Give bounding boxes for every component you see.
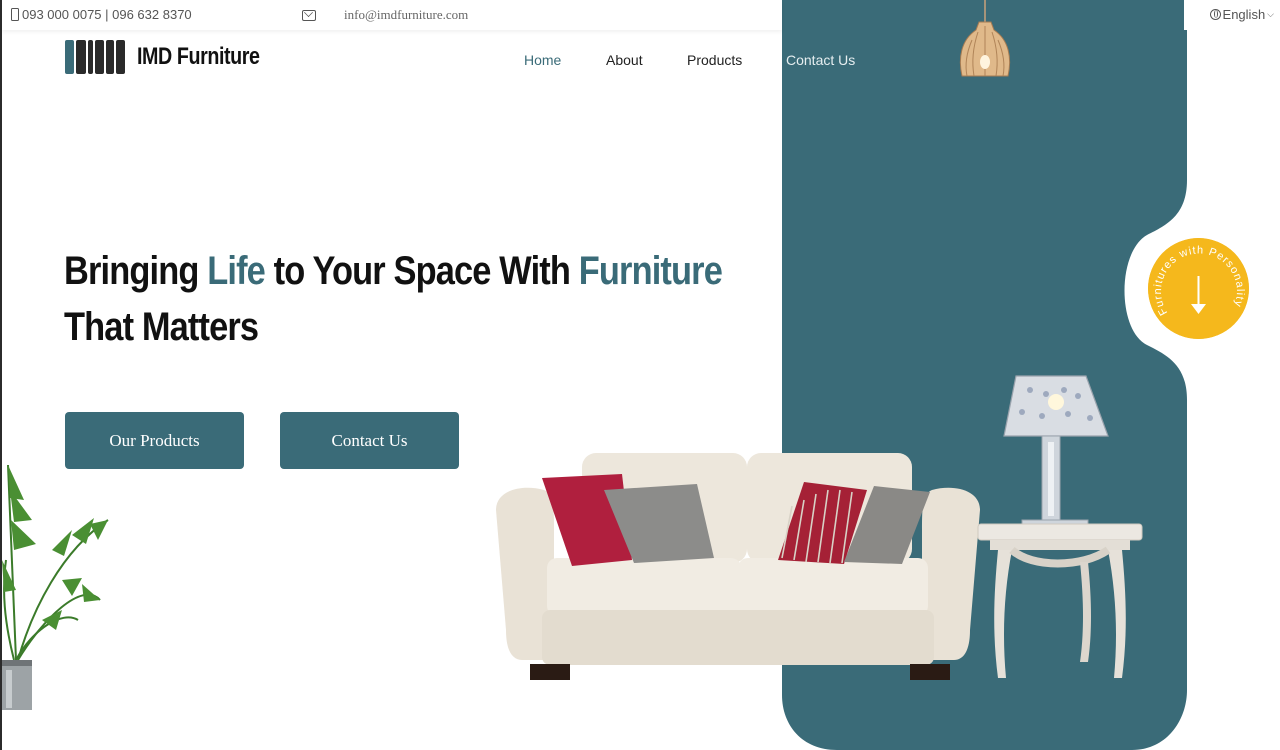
- logo-mark-icon: [65, 40, 126, 74]
- globe-icon: [1209, 9, 1221, 20]
- hero-title: Bringing Life to Your Space With Furnitu…: [64, 243, 723, 355]
- side-table-lamp-image: [977, 375, 1143, 678]
- nav-home[interactable]: Home: [524, 52, 561, 68]
- hero-title-accent-life: Life: [207, 249, 266, 293]
- email-address: info@imdfurniture.com: [344, 7, 469, 22]
- sofa-image: [496, 453, 980, 680]
- mail-icon: [302, 9, 316, 21]
- language-label: English: [1222, 7, 1266, 22]
- hero-title-line2: That Matters: [64, 305, 259, 349]
- phone-icon: [11, 8, 19, 21]
- pendant-lamp-image: [959, 0, 1011, 77]
- hero-title-accent-furniture: Furniture: [578, 249, 723, 293]
- hero-title-part1: Bringing: [64, 249, 208, 293]
- chevron-down-icon: ⌵: [1267, 9, 1274, 19]
- language-strip: English ⌵: [1184, 0, 1280, 30]
- nav-products[interactable]: Products: [687, 52, 742, 68]
- scroll-down-badge[interactable]: Furnitures with Personality: [1148, 238, 1249, 339]
- hero-title-part2: to Your Space With: [264, 249, 579, 293]
- brand-logo[interactable]: IMD Furniture: [65, 40, 287, 74]
- brand-name: IMD Furniture: [137, 43, 260, 70]
- email-contact[interactable]: info@imdfurniture.com: [302, 7, 468, 23]
- phone-numbers: 093 000 0075 | 096 632 8370: [22, 7, 192, 22]
- phone-contact[interactable]: 093 000 0075 | 096 632 8370: [11, 7, 192, 22]
- potted-plant-image: [2, 464, 109, 710]
- top-contact-bar: 093 000 0075 | 096 632 8370 info@imdfurn…: [2, 0, 782, 30]
- language-selector[interactable]: English ⌵: [1209, 7, 1274, 22]
- nav-contact-us[interactable]: Contact Us: [786, 52, 855, 68]
- contact-us-button[interactable]: Contact Us: [280, 412, 459, 469]
- page: 093 000 0075 | 096 632 8370 info@imdfurn…: [0, 0, 1280, 750]
- nav-about[interactable]: About: [606, 52, 643, 68]
